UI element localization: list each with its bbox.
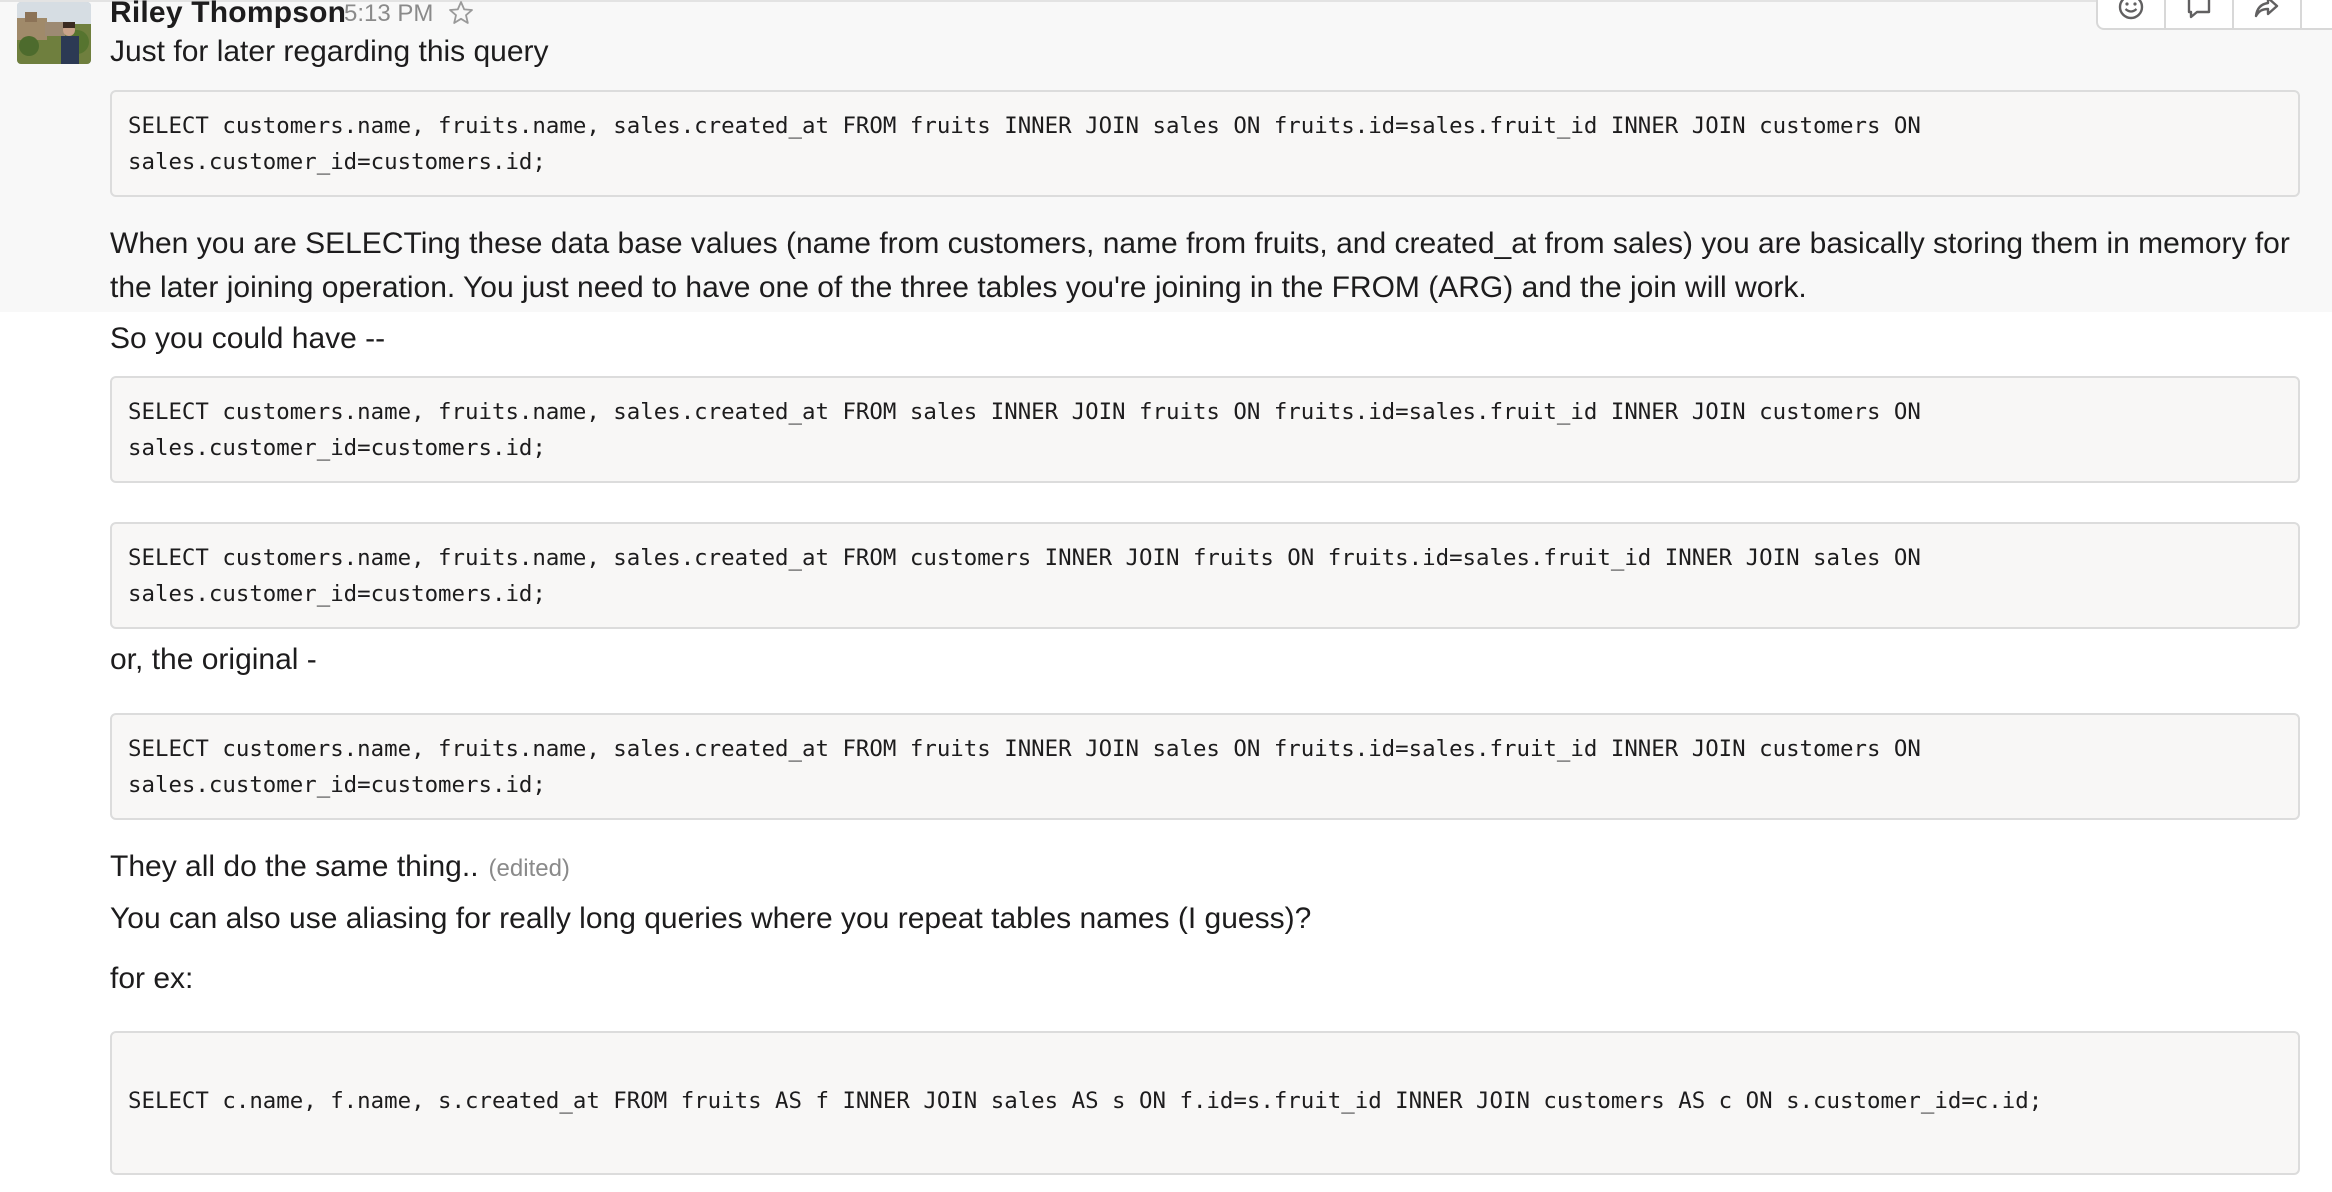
code-line: SELECT customers.name, fruits.name, sale… [128,736,1921,762]
avatar[interactable] [17,2,91,64]
message-text: So you could have -- [110,322,386,355]
message-text: Just for later regarding this query [110,35,549,68]
code-line: SELECT c.name, f.name, s.created_at FROM… [128,1088,2043,1114]
message-text: When you are SELECTing these data base v… [110,227,2290,304]
more-actions-icon[interactable] [2302,0,2332,28]
avatar-photo [17,2,91,64]
code-block: SELECT customers.name, fruits.name, sale… [110,522,2300,629]
code-line: sales.customer_id=customers.id; [128,149,546,175]
message-text: for ex: [110,962,194,995]
message-text: or, the original - [110,643,317,676]
code-block: SELECT c.name, f.name, s.created_at FROM… [110,1031,2300,1175]
code-line: SELECT customers.name, fruits.name, sale… [128,545,1921,571]
reply-thread-icon[interactable] [2166,0,2234,28]
code-block: SELECT customers.name, fruits.name, sale… [110,90,2300,197]
edited-label: (edited) [488,855,570,882]
code-line: sales.customer_id=customers.id; [128,772,546,798]
code-block: SELECT customers.name, fruits.name, sale… [110,713,2300,820]
message-actions-toolbar [2096,0,2332,30]
share-message-icon[interactable] [2234,0,2302,28]
message-text: You can also use aliasing for really lon… [110,902,1312,935]
code-line: SELECT customers.name, fruits.name, sale… [128,113,1921,139]
code-block: SELECT customers.name, fruits.name, sale… [110,376,2300,483]
sender-name[interactable]: Riley Thompson [110,0,346,30]
code-line: SELECT customers.name, fruits.name, sale… [128,399,1921,425]
code-line: sales.customer_id=customers.id; [128,435,546,461]
code-line: sales.customer_id=customers.id; [128,581,546,607]
add-reaction-icon[interactable] [2098,0,2166,28]
message-timestamp[interactable]: 5:13 PM [344,0,433,28]
message-text-content: They all do the same thing.. [110,850,479,883]
message-text: They all do the same thing.. (edited) [110,845,570,891]
star-icon[interactable] [448,0,474,26]
